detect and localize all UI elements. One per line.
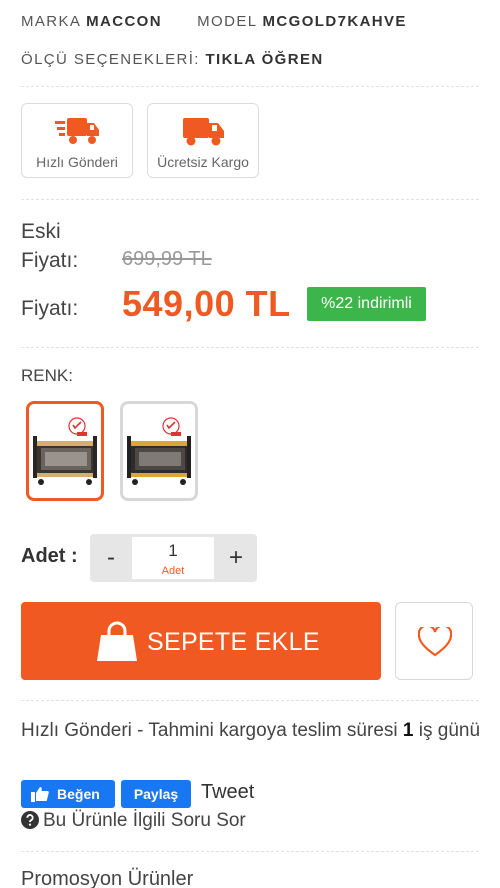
free-shipping-badge: Ücretsiz Kargo — [147, 103, 259, 178]
like-label: Beğen — [57, 786, 100, 802]
shopping-bag-icon — [97, 621, 137, 661]
quantity-stepper: - 1 Adet + — [90, 534, 257, 582]
promo-heading: Promosyon Ürünler — [21, 868, 194, 888]
ask-question-link[interactable]: Bu Ürünle İlgili Soru Sor — [21, 810, 246, 832]
divider — [21, 851, 479, 852]
old-price-label: Eski Fiyatı: — [21, 220, 79, 272]
delivery-unit: iş günü — [413, 720, 481, 741]
quantity-input[interactable]: 1 Adet — [132, 537, 214, 579]
size-options-label: ÖLÇÜ SEÇENEKLERİ: — [21, 51, 200, 68]
old-price: 699,99 TL — [122, 248, 212, 270]
ask-question-label: Bu Ürünle İlgili Soru Sor — [43, 810, 246, 831]
truck-icon — [183, 118, 224, 146]
fast-truck-icon — [55, 118, 99, 144]
model-value: MCGOLD7KAHVE — [262, 13, 407, 30]
discount-badge: %22 indirimli — [307, 287, 426, 321]
divider — [21, 86, 479, 87]
delivery-info: Hızlı Gönderi - Tahmini kargoya teslim s… — [21, 717, 481, 745]
divider — [21, 700, 479, 701]
decrease-button[interactable]: - — [90, 534, 132, 582]
brand-value[interactable]: MACCON — [86, 13, 162, 30]
fast-shipping-badge: Hızlı Gönderi — [21, 103, 133, 178]
size-options-row: ÖLÇÜ SEÇENEKLERİ: TIKLA ÖĞREN — [21, 51, 324, 68]
question-circle-icon — [21, 811, 39, 829]
favorite-button[interactable] — [395, 602, 473, 680]
quantity-label: Adet : — [21, 545, 78, 567]
facebook-like-button[interactable]: Beğen — [21, 780, 115, 808]
current-price: 549,00 TL — [122, 283, 291, 324]
divider — [21, 199, 479, 200]
quantity-value: 1 — [168, 541, 178, 560]
brand-model-row: MARKA MACCON MODEL MCGOLD7KAHVE — [21, 13, 407, 30]
tweet-link[interactable]: Tweet — [201, 781, 254, 804]
heart-icon — [418, 627, 452, 657]
model-label: MODEL — [197, 13, 257, 30]
delivery-text: Hızlı Gönderi - Tahmini kargoya teslim s… — [21, 720, 403, 741]
brand-label: MARKA — [21, 13, 81, 30]
free-shipping-label: Ücretsiz Kargo — [157, 154, 249, 170]
delivery-days: 1 — [402, 720, 414, 741]
add-to-cart-button[interactable]: SEPETE EKLE — [21, 602, 381, 680]
color-option-2[interactable] — [120, 401, 198, 501]
playard-product-image — [33, 417, 97, 485]
color-option-1[interactable] — [26, 401, 104, 501]
facebook-share-button[interactable]: Paylaş — [121, 780, 191, 808]
size-guide-link[interactable]: TIKLA ÖĞREN — [205, 51, 323, 68]
fast-shipping-label: Hızlı Gönderi — [36, 154, 118, 170]
price-label: Fiyatı: — [21, 297, 79, 320]
add-to-cart-label: SEPETE EKLE — [147, 628, 320, 656]
cut-off-content — [0, 0, 500, 2]
increase-button[interactable]: + — [215, 534, 257, 582]
playard-product-image — [127, 417, 191, 485]
quantity-unit: Adet — [161, 565, 185, 577]
divider — [21, 347, 479, 348]
color-label: RENK: — [21, 366, 73, 385]
thumbs-up-icon — [31, 787, 49, 802]
